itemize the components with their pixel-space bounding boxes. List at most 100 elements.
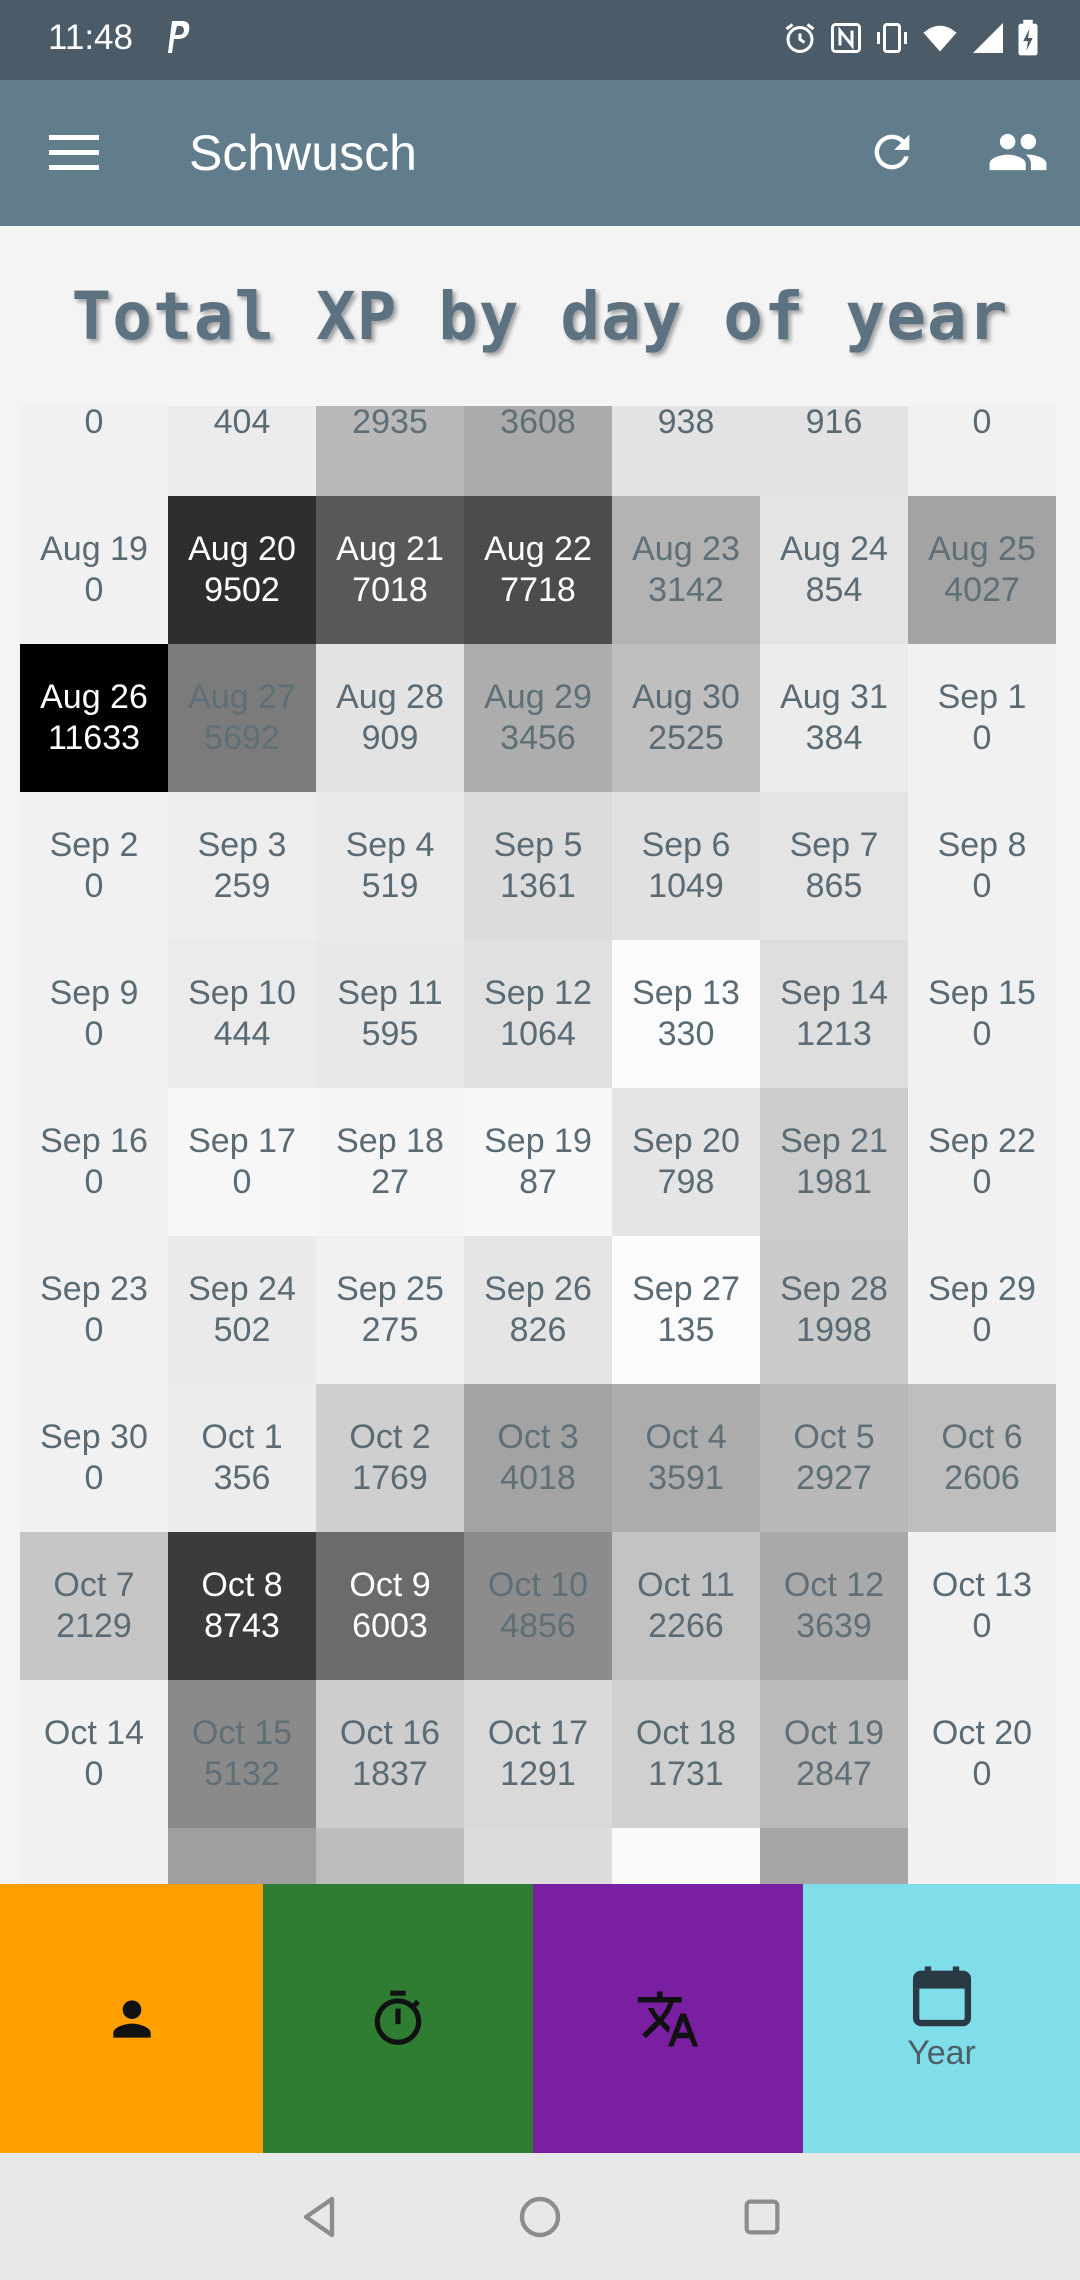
friends-button[interactable] <box>980 116 1056 188</box>
day-cell: Oct 12 3639 <box>760 1532 908 1680</box>
day-cell: Sep 22 0 <box>908 1088 1056 1236</box>
day-xp: 2927 <box>796 1459 872 1497</box>
day-xp: 3639 <box>796 1607 872 1645</box>
day-date: Aug 19 <box>40 530 148 568</box>
day-xp: 798 <box>657 1163 715 1201</box>
heatmap-grid: 0 404 2935 3608 938 916 0 Aug 19 0 Aug 20 9502 Aug … <box>20 406 1060 1884</box>
day-cell: Sep 25 275 <box>316 1236 464 1384</box>
day-cell: Sep 11 595 <box>316 940 464 1088</box>
home-button[interactable] <box>512 2189 568 2245</box>
day-cell: Oct 19 2847 <box>760 1680 908 1828</box>
day-date: Aug 29 <box>484 678 592 716</box>
day-date: Oct 9 <box>349 1566 431 1604</box>
day-date: Sep 9 <box>49 974 139 1012</box>
day-xp: 0 <box>84 1311 104 1349</box>
day-xp: 5692 <box>204 719 280 757</box>
day-xp: 502 <box>213 1311 271 1349</box>
day-date: Sep 4 <box>345 826 435 864</box>
tab-profile[interactable] <box>0 1884 263 2153</box>
day-cell: Oct 6 2606 <box>908 1384 1056 1532</box>
day-cell: Sep 17 0 <box>168 1088 316 1236</box>
day-date: Sep 6 <box>641 826 731 864</box>
day-date: Sep 27 <box>632 1270 740 1308</box>
day-cell: Sep 19 87 <box>464 1088 612 1236</box>
day-xp: 0 <box>84 1015 104 1053</box>
day-date: Sep 18 <box>336 1122 444 1160</box>
day-date: Sep 14 <box>780 974 888 1012</box>
day-xp: 87 <box>519 1163 557 1201</box>
day-cell: Oct 5 2927 <box>760 1384 908 1532</box>
day-date: Oct 19 <box>783 1714 885 1752</box>
day-xp: 4018 <box>500 1459 576 1497</box>
day-date: Oct 5 <box>793 1418 875 1456</box>
day-xp: 0 <box>972 1755 992 1793</box>
day-cell: 938 <box>612 406 760 496</box>
day-xp: 27 <box>371 1163 409 1201</box>
day-cell: Oct 21 <box>20 1828 168 1884</box>
person-icon <box>112 1999 151 2038</box>
day-date: Oct 4 <box>645 1418 727 1456</box>
day-cell: Sep 30 0 <box>20 1384 168 1532</box>
battery-charging-icon <box>1018 19 1038 56</box>
day-cell: Sep 6 1049 <box>612 792 760 940</box>
day-xp: 5132 <box>204 1755 280 1793</box>
heatmap-scroll-area[interactable]: 0 404 2935 3608 938 916 0 Aug 19 0 Aug 20 9502 Aug … <box>0 406 1080 1884</box>
day-xp: 0 <box>972 1607 992 1645</box>
calendar-icon <box>912 1966 971 2027</box>
day-cell: Aug 20 9502 <box>168 496 316 644</box>
tab-timer[interactable] <box>263 1884 533 2153</box>
translate-icon <box>637 1991 699 2046</box>
nfc-icon <box>831 23 861 53</box>
back-triangle-icon <box>303 2196 335 2238</box>
day-xp: 3608 <box>500 406 576 441</box>
day-xp: 0 <box>84 867 104 905</box>
signal-icon <box>973 23 1003 53</box>
day-date: Sep 20 <box>632 1122 740 1160</box>
day-date: Sep 16 <box>40 1122 148 1160</box>
day-cell: Oct 15 5132 <box>168 1680 316 1828</box>
day-date: Oct 11 <box>637 1566 735 1604</box>
day-cell: Oct 13 0 <box>908 1532 1056 1680</box>
day-date: Oct 12 <box>783 1566 885 1604</box>
day-cell: Sep 15 0 <box>908 940 1056 1088</box>
day-xp: 259 <box>213 867 271 905</box>
day-date: Sep 22 <box>928 1122 1036 1160</box>
day-cell: Oct 22 <box>168 1828 316 1884</box>
day-cell: Sep 5 1361 <box>464 792 612 940</box>
day-date: Sep 25 <box>336 1270 444 1308</box>
back-button[interactable] <box>292 2189 348 2245</box>
day-cell: 0 <box>20 406 168 496</box>
day-cell: Sep 4 519 <box>316 792 464 940</box>
day-cell: Oct 27 <box>908 1828 1056 1884</box>
tab-year[interactable]: Year <box>803 1884 1080 2153</box>
recents-button[interactable] <box>734 2189 790 2245</box>
day-xp: 0 <box>972 406 992 441</box>
refresh-button[interactable] <box>856 116 928 188</box>
day-cell: Aug 27 5692 <box>168 644 316 792</box>
day-date: Aug 26 <box>40 678 148 716</box>
day-xp: 826 <box>509 1311 567 1349</box>
day-date: Sep 11 <box>337 974 443 1012</box>
day-cell: Sep 27 135 <box>612 1236 760 1384</box>
day-cell: Oct 3 4018 <box>464 1384 612 1532</box>
day-cell: Aug 26 11633 <box>20 644 168 792</box>
day-date: Sep 5 <box>493 826 583 864</box>
day-date: Sep 17 <box>188 1122 296 1160</box>
day-xp: 0 <box>972 867 992 905</box>
day-xp: 909 <box>361 719 419 757</box>
day-cell: Sep 28 1998 <box>760 1236 908 1384</box>
day-xp: 938 <box>657 406 715 441</box>
status-time: 11:48 <box>48 18 133 57</box>
tab-translate[interactable] <box>533 1884 803 2153</box>
day-xp: 0 <box>84 571 104 609</box>
day-date: Aug 30 <box>632 678 740 716</box>
wifi-icon <box>923 25 957 52</box>
day-date: Sep 28 <box>780 1270 888 1308</box>
day-xp: 3591 <box>648 1459 724 1497</box>
day-date: Sep 29 <box>928 1270 1036 1308</box>
menu-button[interactable] <box>36 120 112 186</box>
day-cell: Oct 4 3591 <box>612 1384 760 1532</box>
day-xp: 2847 <box>796 1755 872 1793</box>
day-cell: Oct 2 1769 <box>316 1384 464 1532</box>
day-date: Oct 20 <box>931 1714 1033 1752</box>
